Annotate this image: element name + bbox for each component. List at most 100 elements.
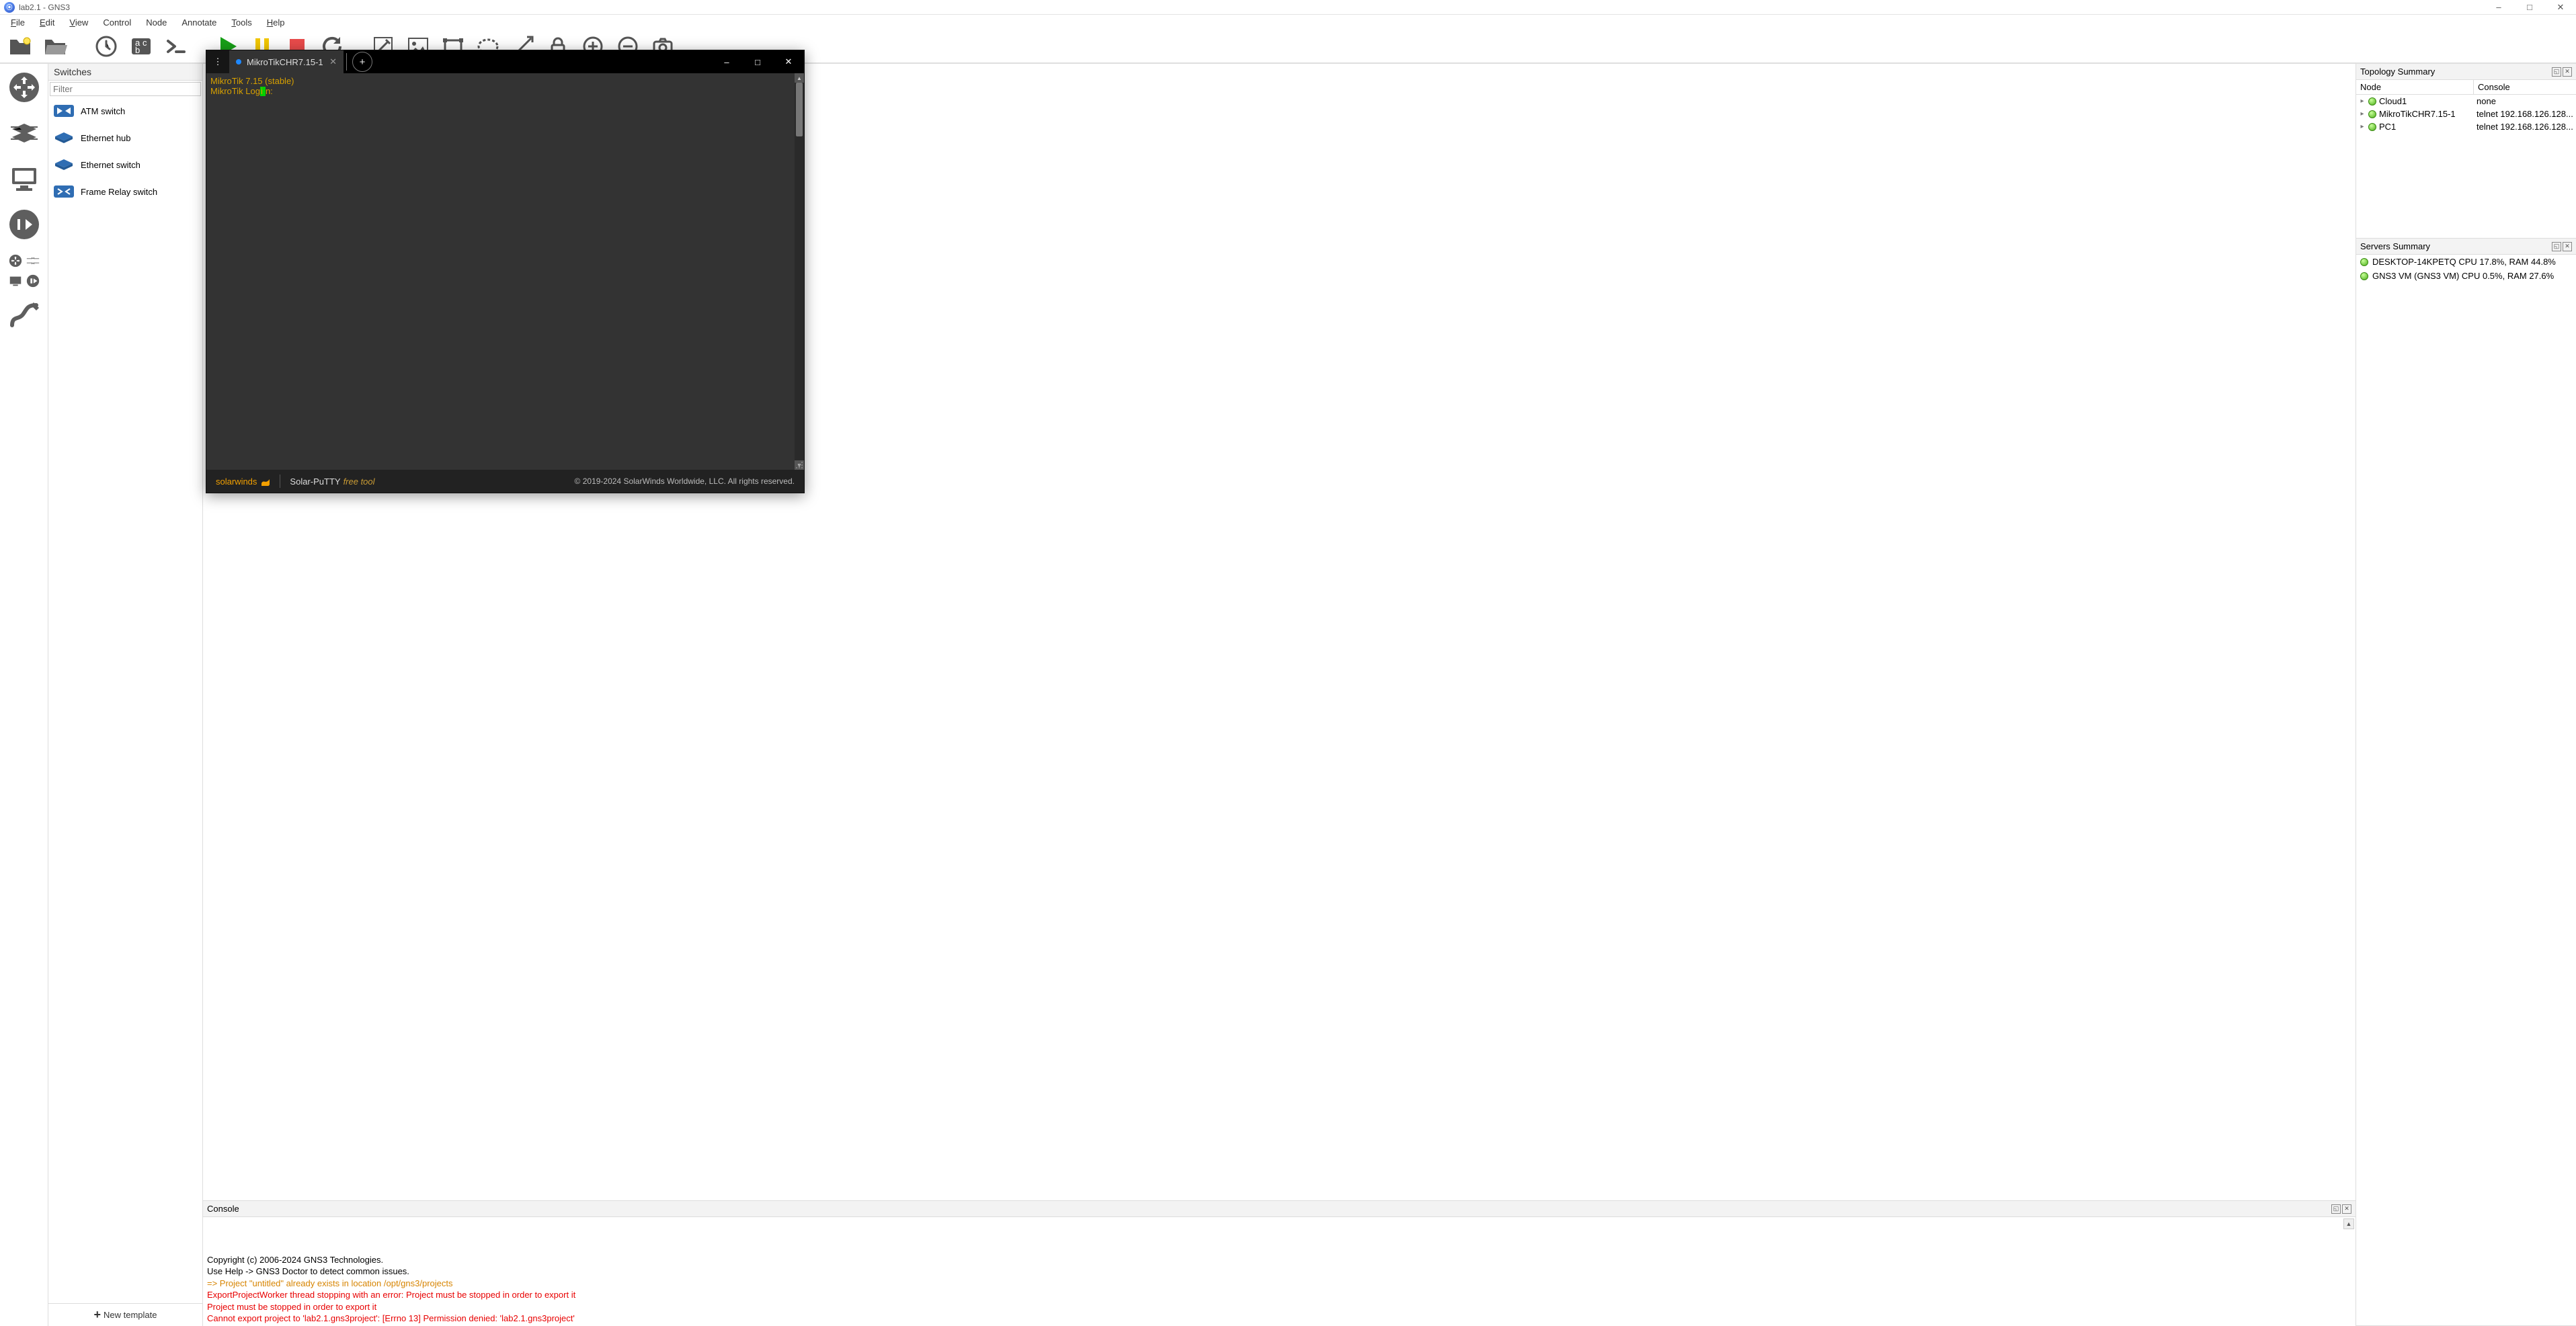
plus-icon: +	[94, 1308, 102, 1322]
menu-help[interactable]: Help	[260, 16, 292, 29]
snapshot-button[interactable]	[93, 33, 120, 60]
chevron-right-icon: ▸	[2359, 110, 2366, 118]
device-item-ethernet-switch[interactable]: Ethernet switch	[48, 151, 202, 178]
console-value: telnet 192.168.126.128...	[2477, 122, 2573, 132]
terminal-close-button[interactable]: ✕	[773, 50, 804, 73]
status-led-icon	[2360, 272, 2368, 280]
panel-undock-button[interactable]: ◱	[2552, 67, 2561, 77]
device-item-label: ATM switch	[81, 106, 125, 116]
menu-file[interactable]: File	[4, 16, 32, 29]
new-project-button[interactable]	[7, 33, 34, 60]
chevron-right-icon: ▸	[2359, 97, 2366, 105]
open-project-button[interactable]	[42, 33, 69, 60]
servers-panel-header: Servers Summary ◱ ✕	[2356, 239, 2576, 255]
misc-category-icon[interactable]	[8, 274, 40, 288]
server-row[interactable]: GNS3 VM (GNS3 VM) CPU 0.5%, RAM 27.6%	[2356, 269, 2576, 283]
node-name: Cloud1	[2379, 96, 2407, 106]
device-item-frame-relay-switch[interactable]: Frame Relay switch	[48, 178, 202, 205]
servers-panel-title: Servers Summary	[2360, 241, 2550, 251]
console-panel-title: Console	[207, 1204, 2330, 1214]
tab-close-button[interactable]: ✕	[329, 56, 337, 67]
new-tab-button[interactable]: +	[352, 52, 372, 72]
device-item-atm-switch[interactable]: ATM switch	[48, 97, 202, 124]
security-devices-category-icon[interactable]	[7, 208, 41, 241]
menu-control[interactable]: Control	[96, 16, 138, 29]
panel-close-button[interactable]: ✕	[2342, 1204, 2351, 1214]
close-button[interactable]: ✕	[2545, 0, 2576, 15]
app-icon: ⦿	[4, 2, 15, 13]
col-node[interactable]: Node	[2356, 80, 2474, 94]
panel-close-button[interactable]: ✕	[2563, 242, 2572, 251]
terminal-minimize-button[interactable]: –	[711, 50, 742, 73]
terminal-cursor	[260, 87, 266, 96]
terminal-scrollbar[interactable]: ▲ ▼	[795, 73, 804, 470]
panel-close-button[interactable]: ✕	[2563, 67, 2572, 77]
new-template-button[interactable]: + New template	[48, 1303, 202, 1326]
hub-icon	[54, 157, 74, 173]
topology-row[interactable]: ▸MikroTikCHR7.15-1telnet 192.168.126.128…	[2356, 108, 2576, 120]
console-line: Project must be stopped in order to expo…	[207, 1301, 2351, 1313]
topology-row[interactable]: ▸ Cloud1 none	[2356, 95, 2576, 108]
status-led-icon	[2368, 123, 2376, 131]
menu-annotate[interactable]: Annotate	[175, 16, 223, 29]
status-led-icon	[2368, 110, 2376, 118]
terminal-line: MikroTik Logn:	[210, 86, 800, 96]
topology-panel-title: Topology Summary	[2360, 67, 2550, 77]
server-text: GNS3 VM (GNS3 VM) CPU 0.5%, RAM 27.6%	[2372, 271, 2554, 281]
terminal-tab-label: MikroTikCHR7.15-1	[247, 57, 323, 67]
resize-handle-icon[interactable]	[795, 460, 804, 470]
menu-node[interactable]: Node	[139, 16, 173, 29]
status-led-icon	[2368, 97, 2376, 106]
node-name: PC1	[2379, 122, 2396, 132]
switch-icon	[54, 183, 74, 200]
tab-status-icon	[236, 59, 241, 65]
terminal-tab[interactable]: MikroTikCHR7.15-1 ✕	[229, 50, 344, 73]
topology-row[interactable]: ▸PC1telnet 192.168.126.128...	[2356, 120, 2576, 133]
new-template-label: New template	[104, 1310, 157, 1320]
server-text: DESKTOP-14KPETQ CPU 17.8%, RAM 44.8%	[2372, 257, 2556, 267]
window-title: lab2.1 - GNS3	[19, 3, 70, 12]
scrollbar-thumb[interactable]	[796, 83, 803, 136]
terminal-footer: solarwinds Solar-PuTTYfree tool © 2019-2…	[206, 470, 804, 493]
solarwinds-logo: solarwinds	[216, 476, 270, 487]
device-item-label: Ethernet hub	[81, 133, 130, 143]
terminal-maximize-button[interactable]: □	[742, 50, 773, 73]
category-sidebar	[0, 64, 48, 1326]
console-value: none	[2477, 96, 2573, 106]
console-output[interactable]: ▲ Copyright (c) 2006-2024 GNS3 Technolog…	[203, 1217, 2356, 1326]
terminal-window: ⋮ MikroTikCHR7.15-1 ✕ + – □ ✕ MikroTik 7…	[206, 50, 805, 493]
terminal-menu-button[interactable]: ⋮	[206, 50, 229, 73]
scroll-up-button[interactable]: ▲	[2343, 1218, 2354, 1229]
menu-view[interactable]: View	[63, 16, 95, 29]
maximize-button[interactable]: □	[2514, 0, 2545, 15]
console-line: => Project "untitled" already exists in …	[207, 1278, 2351, 1290]
switches-category-icon[interactable]	[7, 116, 41, 150]
show-labels-button[interactable]: acb	[128, 33, 155, 60]
all-devices-category-icon[interactable]	[8, 253, 40, 268]
terminal-line: MikroTik 7.15 (stable)	[210, 76, 800, 86]
hub-icon	[54, 130, 74, 146]
svg-text:c: c	[143, 38, 147, 48]
device-item-label: Ethernet switch	[81, 160, 140, 170]
end-devices-category-icon[interactable]	[7, 162, 41, 196]
minimize-button[interactable]: –	[2483, 0, 2514, 15]
menu-tools[interactable]: Tools	[225, 16, 258, 29]
devices-panel: Switches ATM switch Ethernet hub Etherne…	[48, 64, 203, 1326]
routers-category-icon[interactable]	[7, 71, 41, 104]
terminal-body[interactable]: MikroTik 7.15 (stable)MikroTik Logn: ▲ ▼	[206, 73, 804, 470]
col-console[interactable]: Console	[2474, 80, 2576, 94]
terminal-titlebar[interactable]: ⋮ MikroTikCHR7.15-1 ✕ + – □ ✕	[206, 50, 804, 73]
topology-panel-header: Topology Summary ◱ ✕	[2356, 64, 2576, 80]
server-row[interactable]: DESKTOP-14KPETQ CPU 17.8%, RAM 44.8%	[2356, 255, 2576, 269]
console-line: Cannot export project to 'lab2.1.gns3pro…	[207, 1313, 2351, 1325]
titlebar: ⦿ lab2.1 - GNS3 – □ ✕	[0, 0, 2576, 15]
menu-edit[interactable]: Edit	[33, 16, 61, 29]
console-all-button[interactable]	[163, 33, 190, 60]
link-category-icon[interactable]	[7, 300, 41, 334]
panel-undock-button[interactable]: ◱	[2331, 1204, 2341, 1214]
devices-filter-input[interactable]	[50, 82, 201, 96]
device-item-ethernet-hub[interactable]: Ethernet hub	[48, 124, 202, 151]
svg-text:b: b	[135, 45, 140, 55]
panel-undock-button[interactable]: ◱	[2552, 242, 2561, 251]
console-line: Use Help -> GNS3 Doctor to detect common…	[207, 1266, 2351, 1278]
